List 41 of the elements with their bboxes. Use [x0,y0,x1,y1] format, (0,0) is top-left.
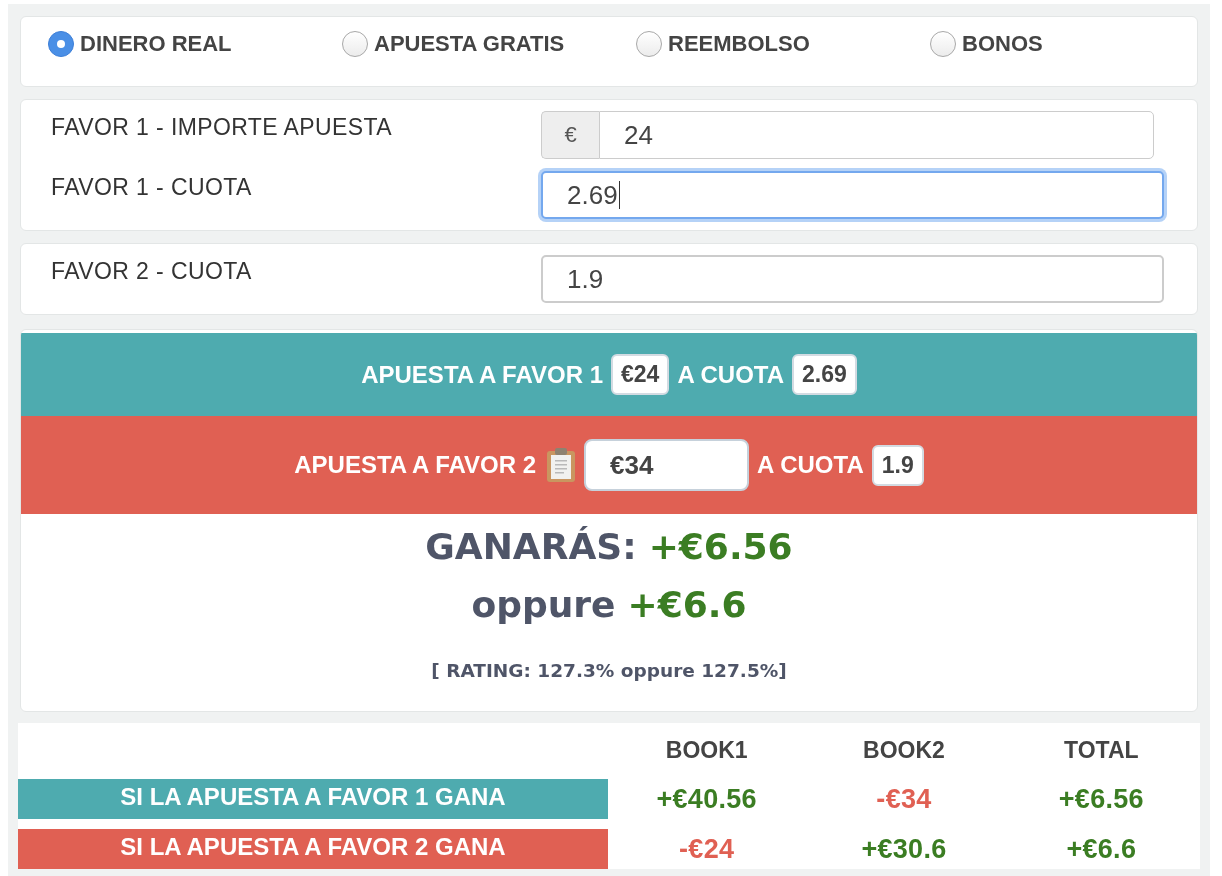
text-cursor-icon [618,181,620,209]
radio-button[interactable] [342,31,368,57]
alternative-profit-value: +€6.6 [627,583,747,627]
currency-prefix: € [541,111,599,159]
radio-label[interactable]: APUESTA GRATIS [374,31,565,57]
stake-input[interactable]: €34 [584,439,750,491]
field-label: FAVOR 2 - CUOTA [51,257,253,285]
table-cell: +€40.56 [656,783,757,815]
rating-text: [ RATING: 127.3% oppure 127.5%] [431,660,787,681]
profit-value: +€6.56 [648,525,793,569]
odds-value: 2.69 [792,354,857,395]
field-label: FAVOR 1 - CUOTA [51,173,253,201]
table-cell: +€6.6 [1066,833,1137,865]
column-header: BOOK2 [863,735,945,764]
radio-button[interactable] [930,31,956,57]
stake-input[interactable]: 24 [599,111,1154,159]
clipboard-icon[interactable] [546,448,577,482]
odds-label: A CUOTA [757,451,864,479]
radio-label[interactable]: REEMBOLSO [668,31,810,57]
column-header: TOTAL [1064,735,1139,764]
odds-input[interactable]: 2.69 [541,171,1164,219]
field-label: FAVOR 1 - IMPORTE APUESTA [51,113,394,141]
odds-value: 1.9 [871,444,924,486]
alternative-label: oppure [471,583,616,627]
table-cell: +€30.6 [861,833,947,865]
column-header: BOOK1 [665,735,748,764]
table-cell: -€34 [876,783,932,815]
row-label: SI LA APUESTA A FAVOR 2 GANA [18,829,608,869]
stake-amount: €24 [611,354,670,395]
bet-label: APUESTA A FAVOR 1 [361,360,603,389]
radio-button[interactable] [636,31,662,57]
radio-button[interactable] [48,31,74,57]
row-label: SI LA APUESTA A FAVOR 1 GANA [18,779,608,819]
radio-label[interactable]: BONOS [962,31,1043,57]
radio-label[interactable]: DINERO REAL [80,31,232,57]
table-cell: +€6.56 [1058,783,1144,815]
bet-label: APUESTA A FAVOR 2 [294,451,537,479]
odds-label: A CUOTA [677,360,785,389]
profit-label: GANARÁS: [425,525,637,569]
odds-input[interactable]: 1.9 [541,255,1164,303]
table-cell: -€24 [679,833,735,865]
